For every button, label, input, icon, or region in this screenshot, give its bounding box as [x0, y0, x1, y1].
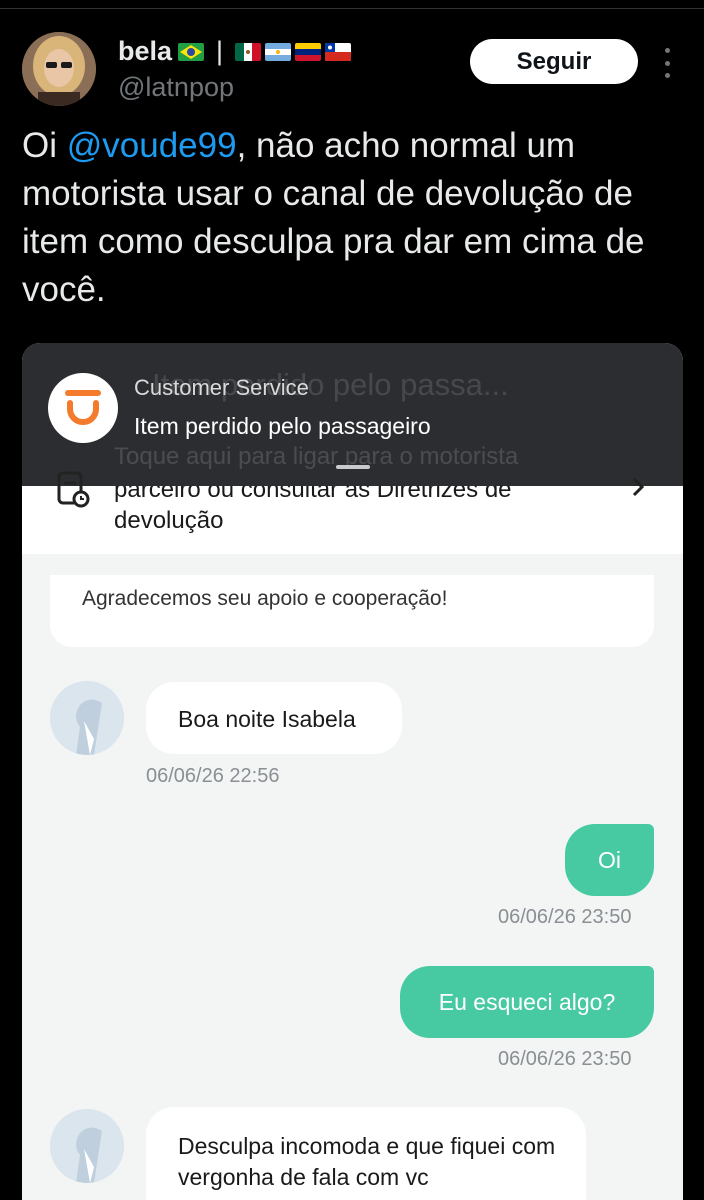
name-separator: |: [216, 36, 224, 66]
notification-title: Customer Service: [134, 375, 309, 400]
profile-avatar[interactable]: [22, 32, 96, 106]
attached-screenshot[interactable]: Toque aqui para ligar para o motorista p…: [22, 343, 683, 1200]
push-notification[interactable]: Item perdido pelo passa... Toque aqui pa…: [22, 343, 683, 486]
display-name-row[interactable]: bela |: [118, 36, 352, 67]
message-timestamp: 06/06/26 22:56: [146, 765, 280, 787]
previous-message-text: Agradecemos seu apoio e cooperação!: [82, 587, 448, 610]
chevron-right-icon[interactable]: [630, 475, 646, 499]
flags-group: [235, 42, 352, 61]
more-options-icon[interactable]: [658, 48, 676, 78]
follow-button[interactable]: Seguir: [470, 39, 638, 84]
return-item-icon: [57, 471, 90, 508]
agent-avatar: [50, 1109, 124, 1183]
tweet-text: Oi @voude99, não acho normal um motorist…: [22, 122, 692, 314]
flag-brazil-icon: [178, 42, 205, 61]
flag-mexico-icon: [235, 42, 262, 61]
message-text: Oi: [598, 846, 621, 873]
chat-message-user: Eu esqueci algo?: [400, 966, 654, 1038]
agent-avatar: [50, 681, 124, 755]
message-timestamp: 06/06/26 23:50: [498, 906, 632, 928]
message-text: Boa noite Isabela: [178, 706, 356, 732]
tweet-text-start: Oi: [22, 126, 67, 165]
notification-body: Item perdido pelo passageiro: [134, 413, 431, 439]
flag-chile-icon: [325, 42, 352, 61]
message-timestamp: 06/06/26 23:50: [498, 1048, 632, 1070]
chat-message-user: Oi: [565, 824, 654, 896]
flag-venezuela-icon: [295, 42, 322, 61]
previous-message-card: Agradecemos seu apoio e cooperação!: [50, 575, 654, 647]
chat-message-agent: Desculpa incomoda e que fiquei com vergo…: [146, 1107, 586, 1200]
user-handle[interactable]: @latnpop: [118, 72, 234, 103]
didi-app-icon: [48, 373, 118, 443]
message-text: Eu esqueci algo?: [438, 988, 616, 1015]
flag-argentina-icon: [265, 42, 292, 61]
ghost-banner-text: Toque aqui para ligar para o motorista: [114, 443, 519, 470]
display-name[interactable]: bela: [118, 36, 172, 67]
top-divider: [0, 8, 704, 9]
chat-message-agent: Boa noite Isabela: [146, 682, 402, 754]
mention-link[interactable]: @voude99: [67, 126, 237, 165]
message-text: Desculpa incomoda e que fiquei com vergo…: [178, 1133, 556, 1190]
notification-drag-handle[interactable]: [336, 465, 370, 469]
